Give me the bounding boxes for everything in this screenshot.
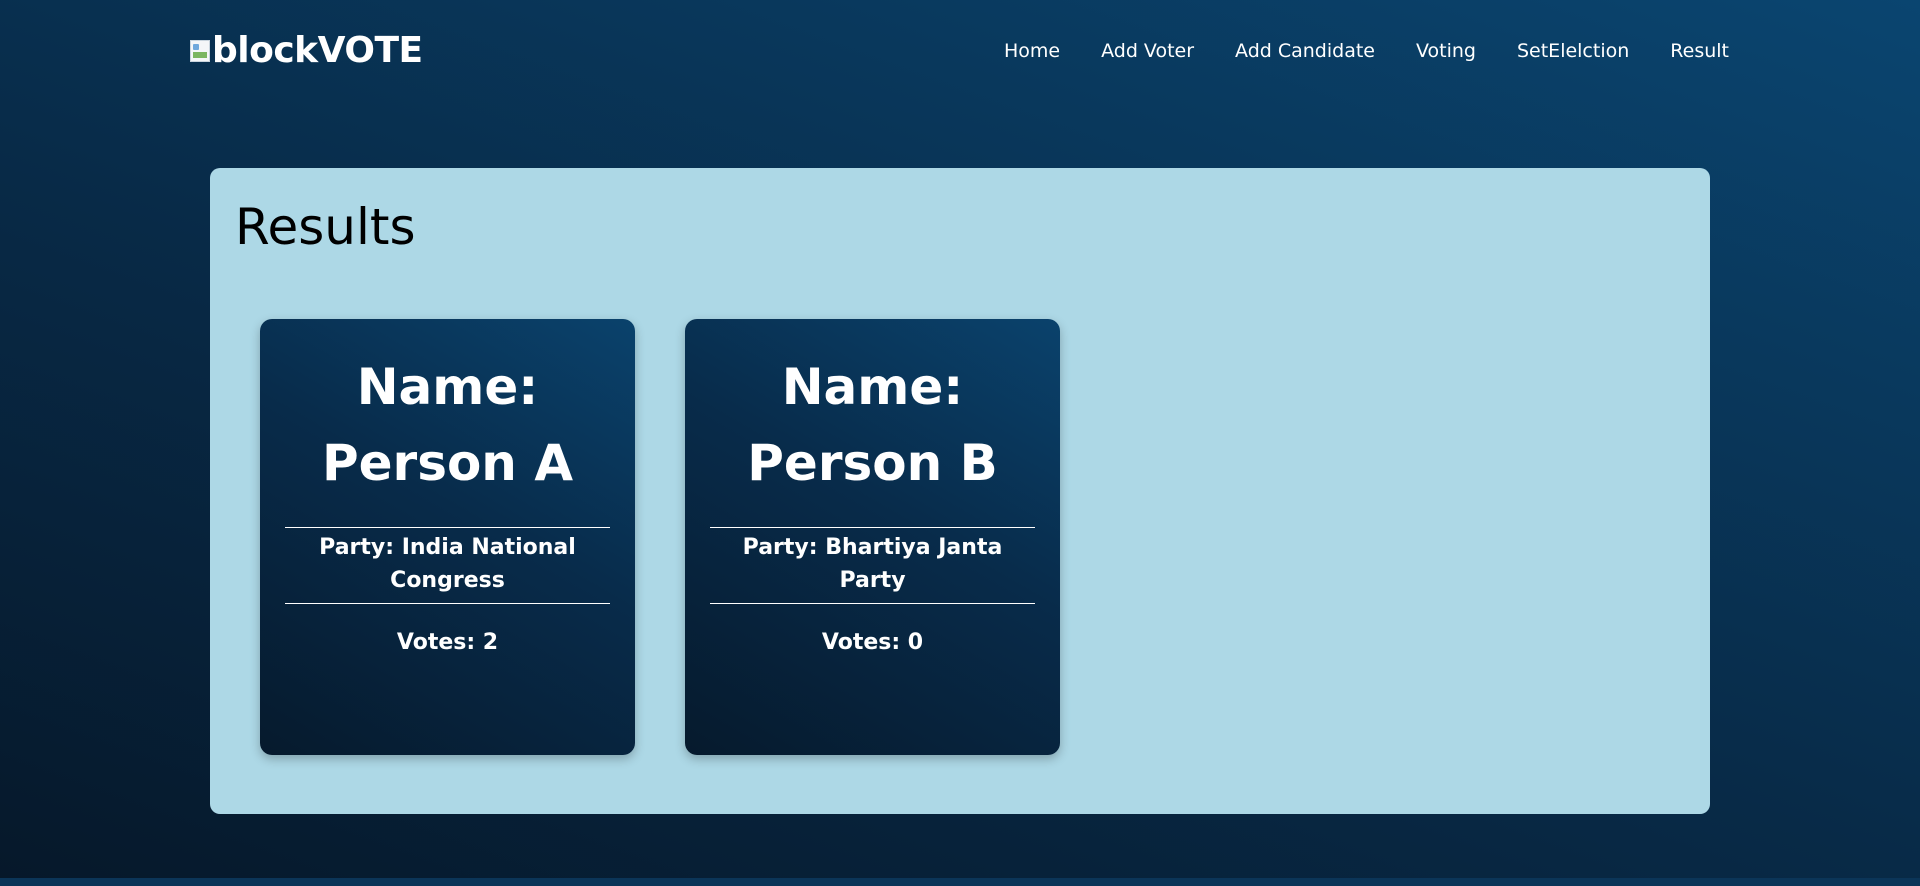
candidate-name-label: Name:	[781, 358, 964, 416]
nav-links: Home Add Voter Add Candidate Voting SetE…	[1004, 40, 1729, 62]
nav-link-add-candidate[interactable]: Add Candidate	[1235, 40, 1375, 62]
candidate-name-label: Name:	[356, 358, 539, 416]
candidate-name: Person B	[747, 434, 998, 492]
candidate-card: Name: Person B Party: Bhartiya Janta Par…	[685, 319, 1060, 755]
logo-text: blockVOTE	[212, 30, 423, 71]
broken-image-icon	[190, 39, 210, 62]
candidate-votes: Votes: 2	[396, 630, 499, 655]
bottom-strip	[0, 878, 1920, 886]
nav-link-add-voter[interactable]: Add Voter	[1101, 40, 1194, 62]
candidate-party: Party: India National Congress	[285, 527, 610, 604]
nav-link-voting[interactable]: Voting	[1416, 40, 1476, 62]
nav-link-home[interactable]: Home	[1004, 40, 1060, 62]
candidate-votes: Votes: 0	[821, 630, 924, 655]
results-title: Results	[235, 198, 416, 256]
nav-link-set-election[interactable]: SetElelction	[1517, 40, 1629, 62]
candidate-card: Name: Person A Party: India National Con…	[260, 319, 635, 755]
candidate-name: Person A	[321, 434, 574, 492]
candidate-party: Party: Bhartiya Janta Party	[710, 527, 1035, 604]
results-panel: Results Name: Person A Party: India Nati…	[210, 168, 1710, 814]
nav-link-result[interactable]: Result	[1670, 40, 1729, 62]
navbar: blockVOTE Home Add Voter Add Candidate V…	[0, 0, 1920, 105]
logo[interactable]: blockVOTE	[190, 30, 423, 71]
